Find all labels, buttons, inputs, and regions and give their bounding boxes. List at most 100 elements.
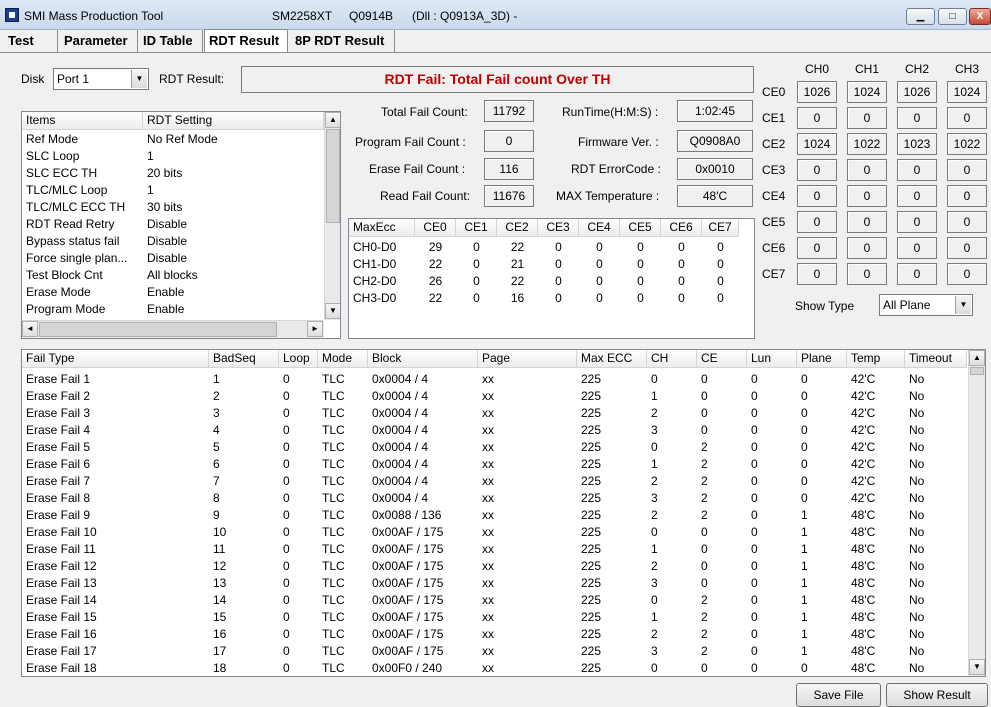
fail-header[interactable]: Fail Type (22, 350, 209, 368)
rdt-settings-list[interactable]: Items RDT Setting Ref Mode No Ref Mode SLC… (21, 111, 341, 339)
hscroll-thumb[interactable] (39, 322, 277, 337)
channel-header: CH3 (954, 62, 979, 76)
maxecc-header[interactable]: CE7 (702, 219, 739, 237)
show-type-select[interactable]: All Plane ▼ (879, 294, 973, 316)
fail-row-cell: 42'C (851, 423, 876, 437)
tab-divider (0, 52, 991, 53)
fail-row-cell: 225 (581, 474, 602, 488)
show-result-button[interactable]: Show Result (886, 683, 988, 707)
minimize-button[interactable]: ▁ (906, 8, 935, 25)
fail-row-cell: 0 (751, 593, 758, 607)
scroll-left-icon[interactable]: ◄ (22, 321, 38, 337)
fail-header[interactable]: CH (647, 350, 697, 368)
scroll-down-icon[interactable]: ▼ (325, 303, 340, 319)
tab-rdt-result[interactable]: RDT Result (204, 29, 288, 52)
fail-header[interactable]: Block (368, 350, 478, 368)
fail-row-cell: 0 (701, 559, 708, 573)
tab-8p-rdt-result[interactable]: 8P RDT Result (291, 30, 395, 52)
save-file-button[interactable]: Save File (796, 683, 881, 707)
maxecc-list[interactable]: MaxEcc CE0 CE1 CE2 CE3 CE4 CE5 CE6 CE7 CH0-D0 29 0 2… (348, 218, 755, 339)
tab-id-table[interactable]: ID Table (139, 30, 203, 52)
fail-row-cell: Erase Fail 12 (26, 559, 97, 573)
settings-vscroll[interactable]: ▲ ▼ (324, 112, 340, 320)
fail-row-cell: 0 (751, 661, 758, 675)
maxecc-cell: 29 (428, 240, 443, 254)
fail-row-cell: TLC (322, 576, 345, 590)
fail-row-cell: xx (482, 542, 494, 556)
fail-row-cell: 2 (701, 610, 708, 624)
fail-row-cell: 225 (581, 406, 602, 420)
chevron-down-icon[interactable]: ▼ (955, 296, 971, 314)
disk-select-value: Port 1 (57, 72, 90, 86)
maxecc-header[interactable]: CE5 (620, 219, 661, 237)
settings-header-items[interactable]: Items (22, 112, 143, 130)
close-button[interactable]: X (969, 8, 991, 25)
scroll-up-icon[interactable]: ▲ (325, 112, 340, 128)
maxecc-header[interactable]: CE4 (579, 219, 620, 237)
settings-header-setting[interactable]: RDT Setting (143, 112, 324, 130)
app-icon (5, 8, 19, 22)
fail-list[interactable]: Fail Type BadSeq Loop Mode Block Page Max ECC C… (21, 349, 986, 677)
fail-row-cell: 225 (581, 644, 602, 658)
fail-row-cell: xx (482, 661, 494, 675)
channel-header: CH2 (904, 62, 929, 76)
fail-row-cell: 0 (651, 525, 658, 539)
fail-row-cell: No (909, 406, 925, 420)
firmware-label: Firmware Ver. : (578, 135, 659, 149)
fail-header[interactable]: BadSeq (209, 350, 279, 368)
scroll-thumb[interactable] (326, 129, 340, 223)
fail-row-cell: 5 (213, 440, 220, 454)
fail-row-cell: 1 (801, 542, 808, 556)
settings-item-value: Enable (147, 285, 185, 299)
settings-item-value: Disable (147, 234, 188, 248)
tab-test[interactable]: Test (4, 30, 58, 52)
fail-row-cell: 0 (751, 610, 758, 624)
fail-row-cell: 42'C (851, 406, 876, 420)
maxecc-header[interactable]: CE3 (538, 219, 579, 237)
maxecc-header[interactable]: CE6 (661, 219, 702, 237)
channel-value: 1026 (897, 81, 937, 103)
fail-header[interactable]: Lun (747, 350, 797, 368)
fail-row-cell: 3 (651, 491, 658, 505)
fail-row-cell: 2 (213, 389, 220, 403)
maxecc-cell: 0 (473, 291, 480, 305)
fail-row-cell: xx (482, 423, 494, 437)
error-code-field: 0x0010 (677, 158, 753, 180)
fail-row-cell: 0 (751, 440, 758, 454)
maxecc-cell: CH1-D0 (353, 257, 397, 271)
channel-value: 0 (897, 263, 937, 285)
tab-parameter[interactable]: Parameter (60, 30, 138, 52)
settings-hscroll[interactable]: ◄ ► (22, 320, 324, 338)
scroll-right-icon[interactable]: ► (307, 321, 323, 337)
fail-header[interactable]: Temp (847, 350, 905, 368)
fail-row-cell: 225 (581, 610, 602, 624)
fail-header[interactable]: Plane (797, 350, 847, 368)
maxecc-header[interactable]: CE0 (415, 219, 456, 237)
maximize-button[interactable]: □ (938, 8, 967, 25)
fail-row-cell: xx (482, 644, 494, 658)
fail-row-cell: 0 (801, 372, 808, 386)
fail-header[interactable]: Loop (279, 350, 318, 368)
fail-row-cell: 0 (701, 542, 708, 556)
fail-header[interactable]: Max ECC (577, 350, 647, 368)
fail-row-cell: Erase Fail 1 (26, 372, 91, 386)
fail-row-cell: 42'C (851, 474, 876, 488)
fail-vscroll[interactable]: ▲ ▼ (968, 350, 985, 676)
read-fail-field: 11676 (484, 185, 534, 207)
scroll-down-icon[interactable]: ▼ (969, 659, 985, 675)
fail-header[interactable]: Mode (318, 350, 368, 368)
fail-row-cell: 1 (801, 644, 808, 658)
maxecc-header[interactable]: CE1 (456, 219, 497, 237)
disk-select[interactable]: Port 1 ▼ (53, 68, 149, 90)
channel-value: 0 (797, 107, 837, 129)
fail-header[interactable]: CE (697, 350, 747, 368)
maxecc-header[interactable]: MaxEcc (349, 219, 415, 237)
maxecc-header[interactable]: CE2 (497, 219, 538, 237)
settings-item-value: 30 bits (147, 200, 183, 214)
maxecc-cell: 0 (637, 240, 644, 254)
fail-header[interactable]: Page (478, 350, 577, 368)
chevron-down-icon[interactable]: ▼ (131, 70, 147, 88)
scroll-up-icon[interactable]: ▲ (969, 350, 985, 366)
scroll-thumb[interactable] (970, 367, 984, 375)
fail-header[interactable]: Timeout (905, 350, 967, 368)
